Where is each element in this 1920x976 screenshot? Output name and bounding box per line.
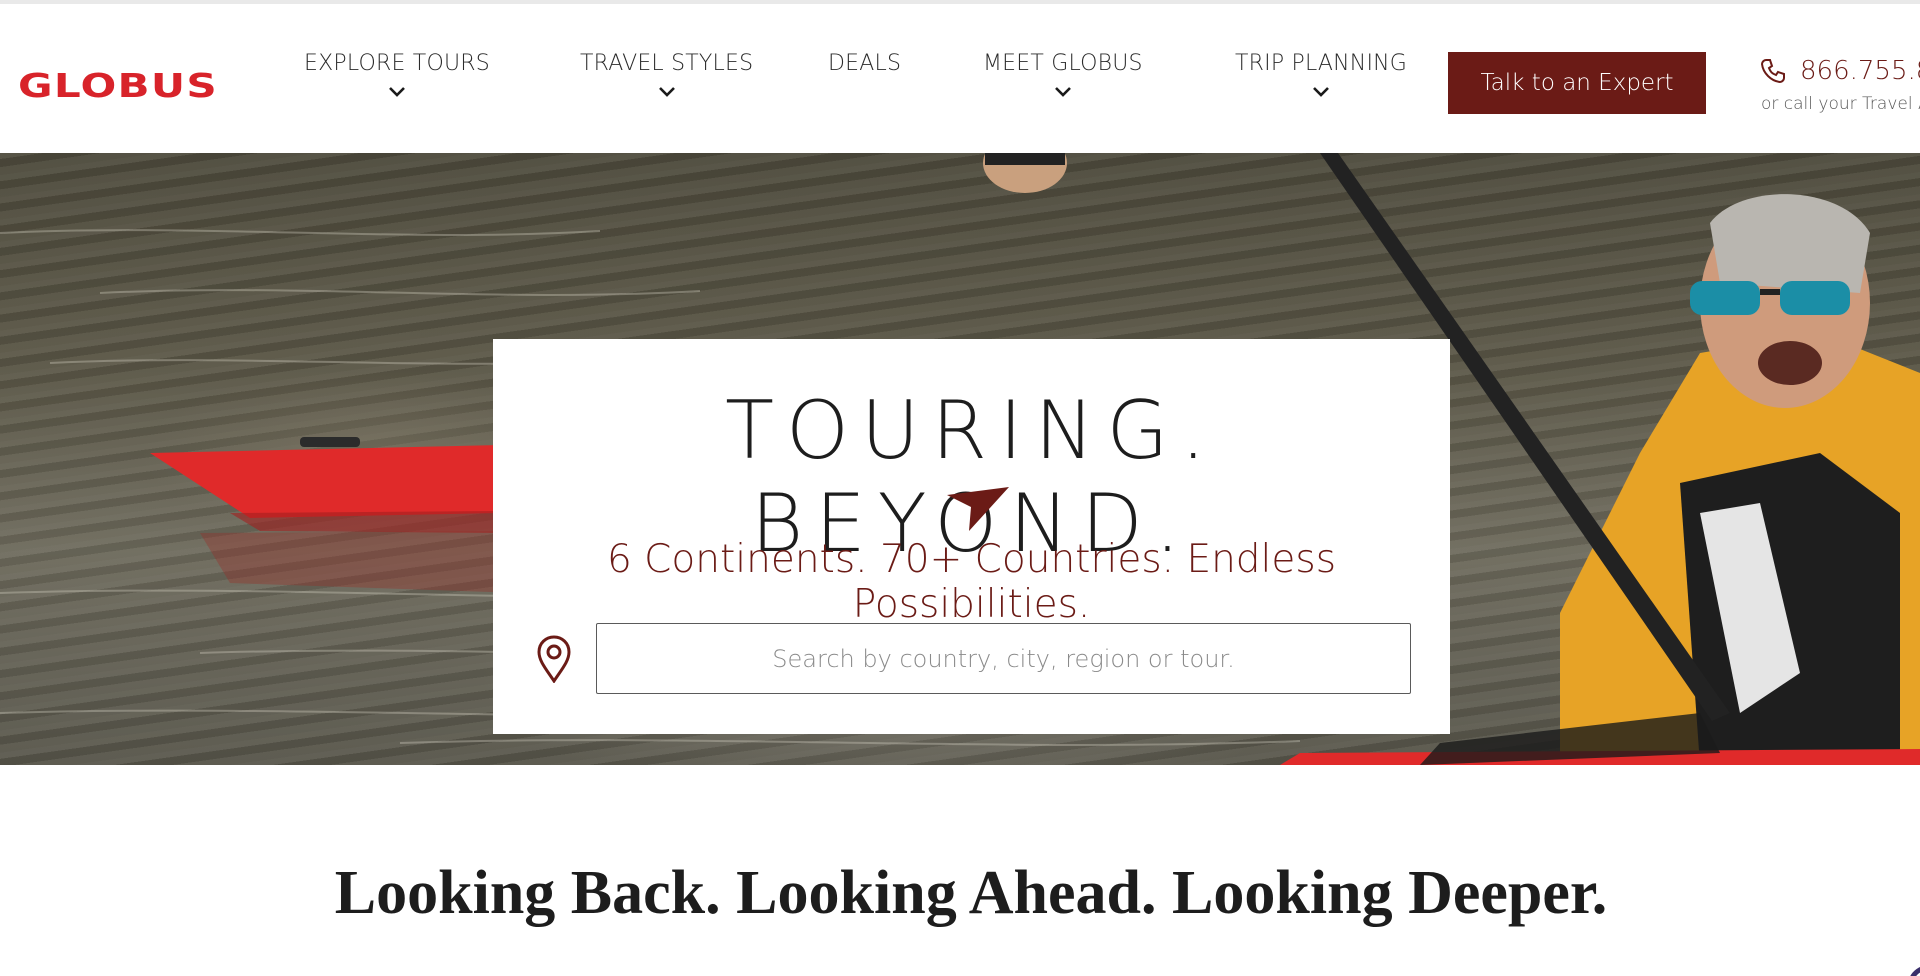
globus-logo-mark: GLOBUS [18, 68, 218, 102]
nav-label: EXPLORE TOURS [304, 51, 490, 76]
nav-label: TRAVEL STYLES [580, 51, 754, 76]
nav-deals[interactable]: DEALS [828, 50, 901, 78]
hero-search-card: TOURING. BEYOND. 6 Continents. 70+ Count… [493, 339, 1450, 734]
nav-travel-styles[interactable]: TRAVEL STYLES [580, 50, 753, 98]
chevron-down-icon [1313, 87, 1329, 97]
chat-widget-edge-icon[interactable] [1880, 960, 1920, 976]
search-input[interactable] [596, 623, 1411, 694]
svg-text:GLOBUS: GLOBUS [18, 68, 218, 102]
phone-subtext: or call your Travel Advisor [1761, 94, 1920, 114]
chevron-down-icon [389, 87, 405, 97]
nav-explore-tours[interactable]: EXPLORE TOURS [304, 50, 490, 98]
nav-trip-planning[interactable]: TRIP PLANNING [1235, 50, 1407, 98]
nav-meet-globus[interactable]: MEET GLOBUS [983, 50, 1143, 98]
hero-banner: TOURING. BEYOND. 6 Continents. 70+ Count… [0, 153, 1920, 765]
site-header: GLOBUS EXPLORE TOURS TRAVEL STYLES DEALS… [0, 4, 1920, 153]
phone-number[interactable]: 866.755.8581 [1800, 56, 1920, 86]
phone-icon [1760, 59, 1785, 84]
location-pin-icon [537, 635, 571, 683]
chevron-down-icon [658, 87, 675, 97]
nav-label: TRIP PLANNING [1235, 51, 1408, 76]
arrow-mark-icon [947, 487, 1009, 531]
nav-label: DEALS [828, 51, 902, 76]
talk-to-expert-button[interactable]: Talk to an Expert [1448, 52, 1706, 114]
nav-label: MEET GLOBUS [983, 51, 1143, 76]
section-title: Looking Back. Looking Ahead. Looking Dee… [334, 859, 1608, 927]
hero-subheadline: 6 Continents. 70+ Countries. Endless Pos… [606, 537, 1337, 627]
globus-logo[interactable]: GLOBUS [18, 68, 224, 102]
chevron-down-icon [1054, 87, 1071, 97]
